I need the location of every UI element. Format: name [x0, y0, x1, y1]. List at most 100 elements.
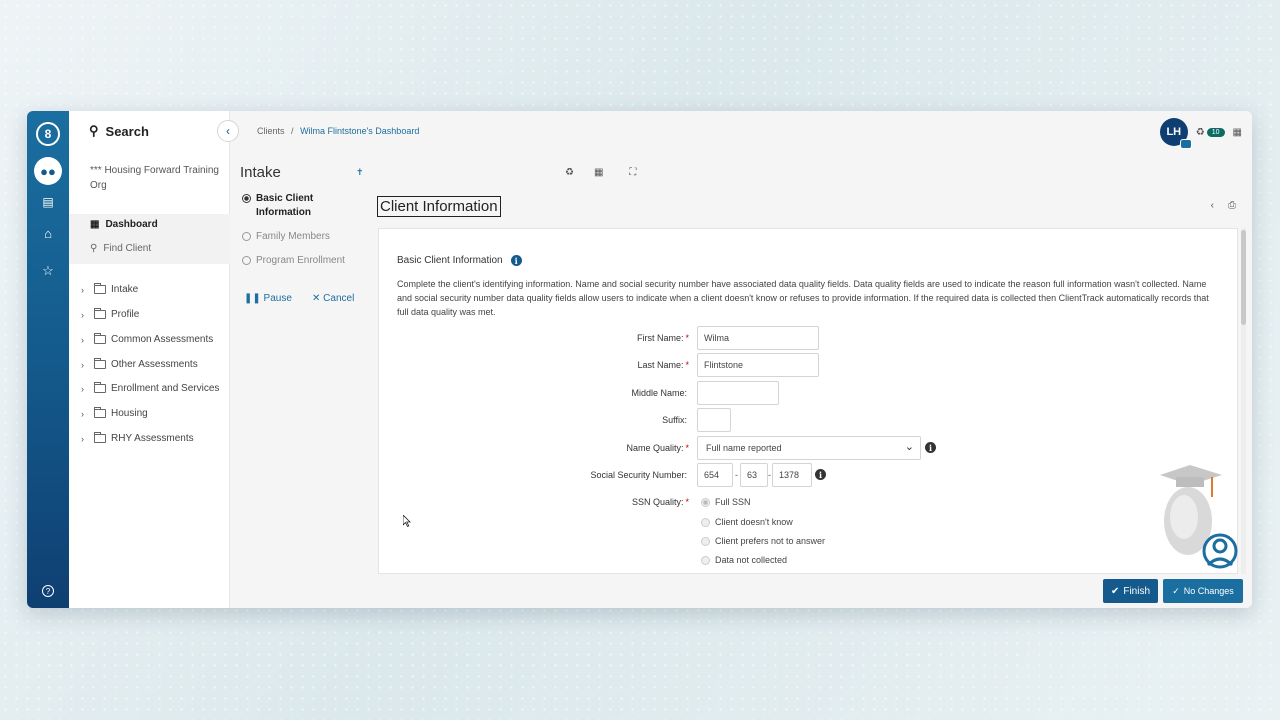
- nav-dashboard[interactable]: ▦ Dashboard: [90, 219, 158, 230]
- info-icon[interactable]: i: [925, 442, 936, 453]
- step-label: Program Enrollment: [256, 255, 345, 266]
- ssn-quality-option-refused[interactable]: Client prefers not to answer: [701, 536, 825, 546]
- folder-label: Enrollment and Services: [111, 383, 220, 394]
- step-current-icon: [242, 194, 251, 203]
- radio-icon: [701, 555, 710, 565]
- workflow-toolbar: ♻ ▦ ⛶: [565, 167, 636, 178]
- folder-icon: [94, 333, 106, 344]
- step-label: Family Members: [256, 231, 330, 242]
- step-family-members[interactable]: Family Members: [242, 230, 330, 244]
- ssn-dash: -: [768, 470, 771, 480]
- nav-find-client[interactable]: ⚲ Find Client: [90, 243, 151, 254]
- folder-label: Housing: [111, 408, 148, 419]
- step-circle-icon: [242, 256, 251, 265]
- avatar[interactable]: LH: [1159, 118, 1192, 149]
- section-description: Complete the client's identifying inform…: [397, 279, 1209, 317]
- breadcrumb-clients[interactable]: Clients: [257, 126, 285, 136]
- finish-button[interactable]: ✔ Finish: [1103, 579, 1158, 603]
- section-header: Basic Client Information i: [397, 255, 522, 266]
- assistant-mascot[interactable]: [1150, 461, 1240, 571]
- scrollbar[interactable]: [1241, 228, 1246, 574]
- folder-label: Intake: [111, 284, 139, 295]
- bell-icon[interactable]: ♻: [565, 167, 574, 178]
- folder-label: Common Assessments: [111, 334, 214, 345]
- notifications-button[interactable]: ♻ 10: [1196, 127, 1225, 138]
- pin-icon[interactable]: ✝: [356, 167, 364, 178]
- help-icon[interactable]: ?: [27, 582, 69, 600]
- form-title: Client Information: [377, 196, 501, 217]
- ssn-quality-option-dont-know[interactable]: Client doesn't know: [701, 517, 793, 527]
- home-icon[interactable]: ⌂: [27, 224, 69, 242]
- suffix-field[interactable]: [697, 408, 731, 432]
- mouse-cursor-icon: [403, 515, 411, 527]
- chevron-left-icon[interactable]: ‹: [1211, 200, 1214, 211]
- radio-label: Client prefers not to answer: [715, 536, 826, 546]
- radio-label: Client doesn't know: [715, 517, 793, 527]
- search-button[interactable]: ⚲ Search: [89, 123, 149, 139]
- breadcrumb-separator: /: [291, 126, 294, 136]
- clients-icon[interactable]: ●●: [27, 157, 69, 185]
- ssn-part2-field[interactable]: 63: [740, 463, 768, 487]
- breadcrumb-current[interactable]: Wilma Flintstone's Dashboard: [300, 126, 419, 136]
- folder-housing[interactable]: › Housing: [81, 407, 148, 419]
- star-icon[interactable]: ☆: [27, 262, 69, 280]
- pause-icon: ❚❚: [244, 293, 261, 304]
- folder-intake[interactable]: › Intake: [81, 283, 139, 295]
- radio-label: Data not collected: [715, 555, 788, 565]
- collapse-nav-button[interactable]: ‹: [217, 120, 239, 142]
- search-icon: ⚲: [89, 123, 99, 138]
- bell-icon: ♻: [1195, 126, 1205, 138]
- no-changes-button[interactable]: ✓ No Changes: [1163, 579, 1243, 603]
- print-icon[interactable]: ⎙: [1228, 200, 1236, 211]
- folder-common-assessments[interactable]: › Common Assessments: [81, 333, 214, 345]
- folder-profile[interactable]: › Profile: [81, 308, 139, 320]
- ssn-quality-option-not-collected[interactable]: Data not collected: [701, 555, 787, 565]
- cancel-label: Cancel: [323, 293, 355, 304]
- cancel-button[interactable]: ✕ Cancel: [312, 293, 354, 304]
- folder-rhy-assessments[interactable]: › RHY Assessments: [81, 432, 194, 444]
- close-icon: ✕: [312, 293, 321, 304]
- calendar-icon[interactable]: ▦: [594, 167, 603, 178]
- ssn-part1-field[interactable]: 654: [697, 463, 733, 487]
- app-window: 8 ●● ▤ ⌂ ☆ ? ⚲ Search *** Housing Forwar…: [27, 111, 1252, 608]
- folder-icon: [94, 382, 106, 393]
- ssn-dash: -: [735, 470, 738, 480]
- main-content: Clients / Wilma Flintstone's Dashboard L…: [230, 111, 1252, 608]
- chevron-right-icon: ›: [81, 433, 84, 444]
- folder-enrollment-services[interactable]: › Enrollment and Services: [81, 382, 220, 394]
- app-logo-icon[interactable]: 8: [27, 121, 69, 147]
- folder-icon: [94, 432, 106, 443]
- ssn-label: Social Security Number:: [590, 470, 687, 480]
- calendar-icon[interactable]: ▦: [1233, 127, 1242, 138]
- step-program-enrollment[interactable]: Program Enrollment: [242, 254, 345, 268]
- form-card: Basic Client Information i Complete the …: [378, 228, 1238, 574]
- info-icon[interactable]: i: [815, 469, 826, 480]
- step-basic-client-information[interactable]: Basic Client Information: [242, 192, 332, 220]
- ssn-part3-field[interactable]: 1378: [772, 463, 812, 487]
- ssn-quality-label: SSN Quality: *: [631, 497, 689, 507]
- form-actions: ‹ ⎙: [1211, 200, 1236, 211]
- name-quality-select[interactable]: Full name reported: [697, 436, 921, 460]
- name-quality-label: Name Quality: *: [626, 443, 689, 453]
- check-circle-icon: ✔: [1110, 585, 1120, 597]
- folder-icon: [94, 358, 106, 369]
- folder-label: Other Assessments: [111, 359, 198, 370]
- last-name-label: Last Name: *: [637, 360, 689, 370]
- icon-rail: 8 ●● ▤ ⌂ ☆ ?: [27, 111, 69, 608]
- chevron-right-icon: ›: [81, 359, 84, 370]
- ssn-quality-option-full[interactable]: Full SSN: [701, 497, 751, 507]
- first-name-field[interactable]: Wilma: [697, 326, 819, 350]
- map-icon: ▦: [90, 219, 100, 230]
- middle-name-field[interactable]: [697, 381, 779, 405]
- fullscreen-icon[interactable]: ⛶: [629, 167, 636, 178]
- document-icon[interactable]: ▤: [27, 193, 69, 211]
- no-changes-label: No Changes: [1183, 586, 1234, 596]
- info-icon[interactable]: i: [510, 255, 522, 266]
- check-icon: ✓: [1172, 585, 1180, 596]
- folder-other-assessments[interactable]: › Other Assessments: [81, 358, 198, 370]
- chevron-right-icon: ›: [81, 383, 84, 394]
- last-name-field[interactable]: Flintstone: [697, 353, 819, 377]
- radio-icon: [701, 517, 710, 527]
- pause-button[interactable]: ❚❚ Pause: [244, 293, 292, 304]
- radio-label: Full SSN: [715, 497, 751, 507]
